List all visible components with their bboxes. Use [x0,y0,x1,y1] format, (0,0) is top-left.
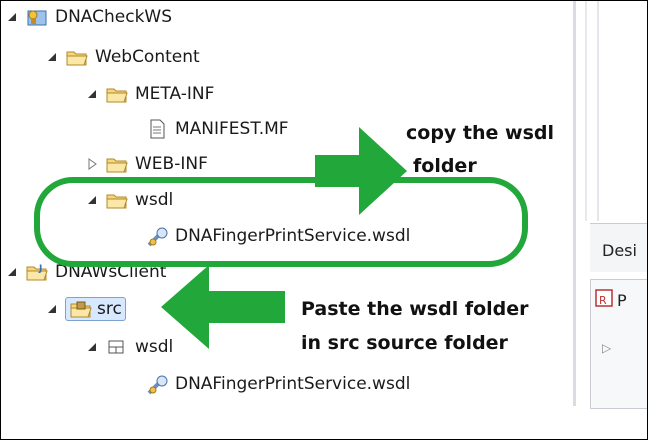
wsdl-file-icon [145,373,169,395]
design-tab-label[interactable]: Desi [602,241,637,260]
expanded-arrow-icon[interactable] [85,87,99,101]
view-icon[interactable]: R [595,289,615,309]
file-icon [145,118,169,140]
tree-item-manifest[interactable]: MANIFEST.MF [145,116,289,142]
screenshot-frame: Desi R P ▷ DNACheckWS WebContent META-IN… [0,0,648,440]
tree-item-label: WebContent [95,47,200,67]
paste-instruction-line2: in src source folder [301,332,508,354]
svg-text:J: J [38,264,42,274]
folder-icon [105,189,129,211]
folder-icon [105,83,129,105]
collapsed-arrow-icon[interactable] [85,157,99,171]
tree-item-label: DNAFingerPrintService.wsdl [175,374,411,394]
tree-item-wsdl-file-client[interactable]: DNAFingerPrintService.wsdl [145,371,410,397]
expanded-arrow-icon[interactable] [5,10,19,24]
expanded-arrow-icon[interactable] [85,193,99,207]
copy-arrow [315,127,407,215]
java-project-icon: J [25,261,49,283]
tree-item-wsdl-package[interactable]: wsdl [85,334,173,360]
tree-item-dnacheckws[interactable]: DNACheckWS [5,4,172,30]
expanded-arrow-icon[interactable] [45,302,59,316]
folder-icon [105,153,129,175]
tree-item-label: DNACheckWS [55,7,173,27]
expanded-arrow-icon[interactable] [45,50,59,64]
package-icon [105,336,129,358]
tree-item-label: DNAWsClient [55,262,167,282]
pane-divider[interactable] [573,1,576,406]
tree-item-label: wsdl [135,190,174,210]
tree-item-web-inf[interactable]: WEB-INF [85,151,208,177]
tree-item-src[interactable]: src [45,296,126,322]
expanded-arrow-icon[interactable] [85,340,99,354]
tree-item-wsdl-file[interactable]: DNAFingerPrintService.wsdl [145,223,410,249]
svg-text:R: R [599,294,607,307]
copy-instruction-line2: folder [413,155,477,177]
tree-item-wsdl-folder[interactable]: wsdl [85,187,173,213]
paste-arrow [161,265,285,349]
view-expand-icon[interactable]: ▷ [602,341,611,355]
source-folder-icon [69,298,93,320]
selection-highlight[interactable]: src [65,297,126,321]
tree-item-label: WEB-INF [135,154,208,174]
folder-icon [65,46,89,68]
tree-item-label: DNAFingerPrintService.wsdl [175,226,411,246]
tree-item-webcontent[interactable]: WebContent [45,44,200,70]
editor-edge [597,1,599,221]
tree-item-label: wsdl [135,337,174,357]
wsdl-file-icon [145,225,169,247]
tree-item-meta-inf[interactable]: META-INF [85,81,214,107]
tree-item-label: MANIFEST.MF [175,119,289,139]
tree-item-dnawsclient[interactable]: J DNAWsClient [5,259,166,285]
view-label[interactable]: P [617,291,627,310]
web-project-icon [25,6,49,28]
pane-divider-inner [585,1,587,221]
copy-instruction-line1: copy the wsdl [406,122,555,144]
tree-item-label: META-INF [135,84,215,104]
expanded-arrow-icon[interactable] [5,265,19,279]
tree-item-label: src [97,299,122,319]
paste-instruction-line1: Paste the wsdl folder [301,298,529,320]
